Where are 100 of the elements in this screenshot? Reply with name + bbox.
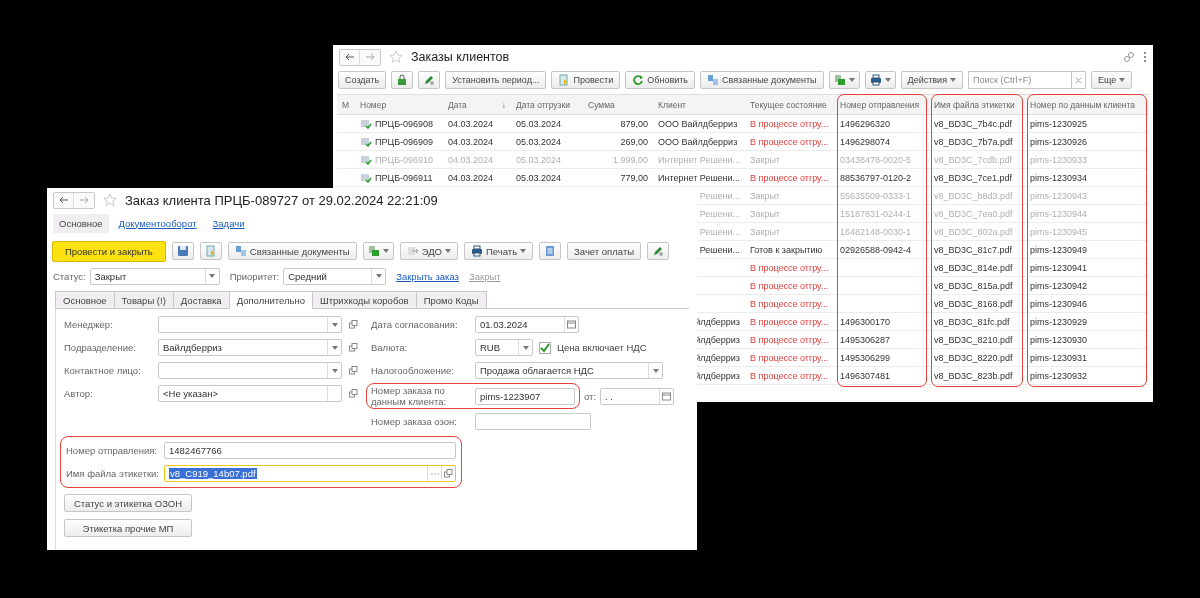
table-cell: pims-1230944 [1025,205,1149,223]
table-cell: v8_BD3C_823b.pdf [929,367,1025,385]
save-button[interactable] [171,242,194,260]
column-header[interactable]: Клиент [653,95,745,115]
text-field[interactable]: v8_C919_14b07.pdf [164,465,456,482]
form-tab[interactable]: Товары (!) [113,291,173,309]
date-field[interactable]: . . [600,387,675,405]
linked-documents-icon [234,245,247,257]
print-button[interactable]: Печать [464,242,534,260]
table-cell: pims-1230941 [1025,259,1149,277]
action-button[interactable]: Этикетка прочие МП [64,519,192,537]
table-cell: pims-1230926 [1025,133,1149,151]
table-cell: v8_BD3C_7ea0.pdf [929,205,1025,223]
toolbar-button[interactable]: Установить период... [445,71,547,89]
column-header[interactable]: Дата отгрузки [511,95,583,115]
edit-button[interactable] [418,71,441,89]
toolbar-button[interactable]: Создать [338,71,387,89]
column-header[interactable]: Текущее состояние [745,95,835,115]
table-cell: Интернет Решени... [653,151,745,169]
form-tab[interactable]: Штрихкоды коробов [312,291,416,309]
document-icon [360,136,372,147]
field-label: Имя файла этикетки: [66,468,160,479]
toolbar-button[interactable]: Еще [1091,71,1133,89]
column-header[interactable]: Номер отправления [835,95,929,115]
table-cell: 779,00 [583,169,653,187]
caret-icon [331,345,338,350]
dropdown-button[interactable] [327,363,341,378]
checkbox[interactable] [539,341,551,354]
section-tab[interactable]: Документооборот [112,213,203,233]
edo-button[interactable]: ЭДО [399,242,458,260]
dropdown-button[interactable] [327,317,341,332]
print-button[interactable] [864,71,896,89]
select-field[interactable] [158,362,342,379]
currency-field[interactable]: RUB [475,339,533,356]
column-header[interactable]: М [337,95,355,115]
column-header[interactable]: Сумма [583,95,653,115]
form-tab[interactable]: Основное [55,291,114,309]
priority-field[interactable]: Средний [283,267,387,285]
table-cell: ООО Вайлдберриз [653,115,745,133]
edit-button[interactable] [647,242,670,260]
field-label: Валюта: [371,342,409,353]
column-header[interactable]: Номер [355,95,443,115]
dropdown-button[interactable] [327,340,341,355]
table-cell: 269,00 [583,133,653,151]
exchange-icon [833,74,846,86]
sort-indicator: ↓ [501,99,506,110]
caret-icon [522,345,529,350]
table-cell: pims-1230933 [1025,151,1149,169]
table-cell: 05.03.2024 [511,115,583,133]
table-cell: v8_BD3C_81fc.pdf [929,313,1025,331]
table-cell: 16482148-0030-1 [835,223,929,241]
caret-icon [331,322,338,327]
taxation-field[interactable]: Продажа облагается НДС [475,362,663,379]
table-cell: Закрыт [745,205,835,223]
linked-documents-button[interactable]: Связанные документы [227,242,357,260]
document-icon [360,118,372,129]
select-field[interactable]: Вайлдберриз [158,339,342,356]
action-button[interactable]: Статус и этикетка ОЗОН [64,494,192,512]
ozon-order-number-field[interactable] [475,413,591,430]
open-icon [348,389,358,398]
post-button[interactable] [199,242,222,260]
link-icon [1123,51,1135,63]
clear-button[interactable] [1072,71,1086,89]
search-field[interactable]: Поиск (Ctrl+F) [968,71,1072,89]
list-button[interactable] [539,242,562,260]
table-cell: Готов к закрытию [745,241,835,259]
refresh-button[interactable]: Обновить [625,71,695,89]
caret-icon [652,368,659,373]
section-tab[interactable]: Основное [53,213,109,233]
text-field[interactable]: 1482467766 [164,442,456,459]
exchange-button[interactable] [828,71,860,89]
select-field[interactable] [158,316,342,333]
date-field[interactable]: 01.03.2024 [475,316,579,333]
toolbar-button[interactable]: Зачет оплаты [567,242,642,260]
column-header[interactable]: Дата ↓ [443,95,511,115]
table-cell: Интернет Решени... [653,169,745,187]
table-cell: Закрыт [745,223,835,241]
table-cell: pims-1230925 [1025,115,1149,133]
select-field[interactable]: <Не указан> [158,385,342,402]
form-tab[interactable]: Промо Коды [415,291,487,309]
save-icon [176,245,189,257]
back-arrow-icon [344,53,355,61]
table-cell: v8_BD3C_802a.pdf [929,223,1025,241]
post-button[interactable]: Провести [551,71,621,89]
column-header[interactable]: Номер по данным клиента [1025,95,1149,115]
linked-documents-icon [707,74,719,86]
section-tab[interactable]: Задачи [206,213,251,233]
column-header[interactable]: Имя файла этикетки [929,95,1025,115]
linked-documents-button[interactable]: Связанные документы [700,71,824,89]
client-order-number-field[interactable]: pims-1223907 [475,387,575,405]
status-field[interactable]: Закрыт [89,267,220,285]
post-and-close-button[interactable]: Провести и закрыть [52,240,166,262]
forward-arrow-icon [79,196,89,204]
action-link[interactable]: Закрыть заказ [396,270,459,282]
lock-button[interactable] [391,71,414,89]
form-tab[interactable]: Дополнительно [228,291,312,309]
form-tab[interactable]: Доставка [172,291,229,309]
toolbar-button[interactable]: Действия [900,71,963,89]
table-cell: v8_BD3C_7b4c.pdf [929,115,1025,133]
exchange-button[interactable] [362,242,394,260]
